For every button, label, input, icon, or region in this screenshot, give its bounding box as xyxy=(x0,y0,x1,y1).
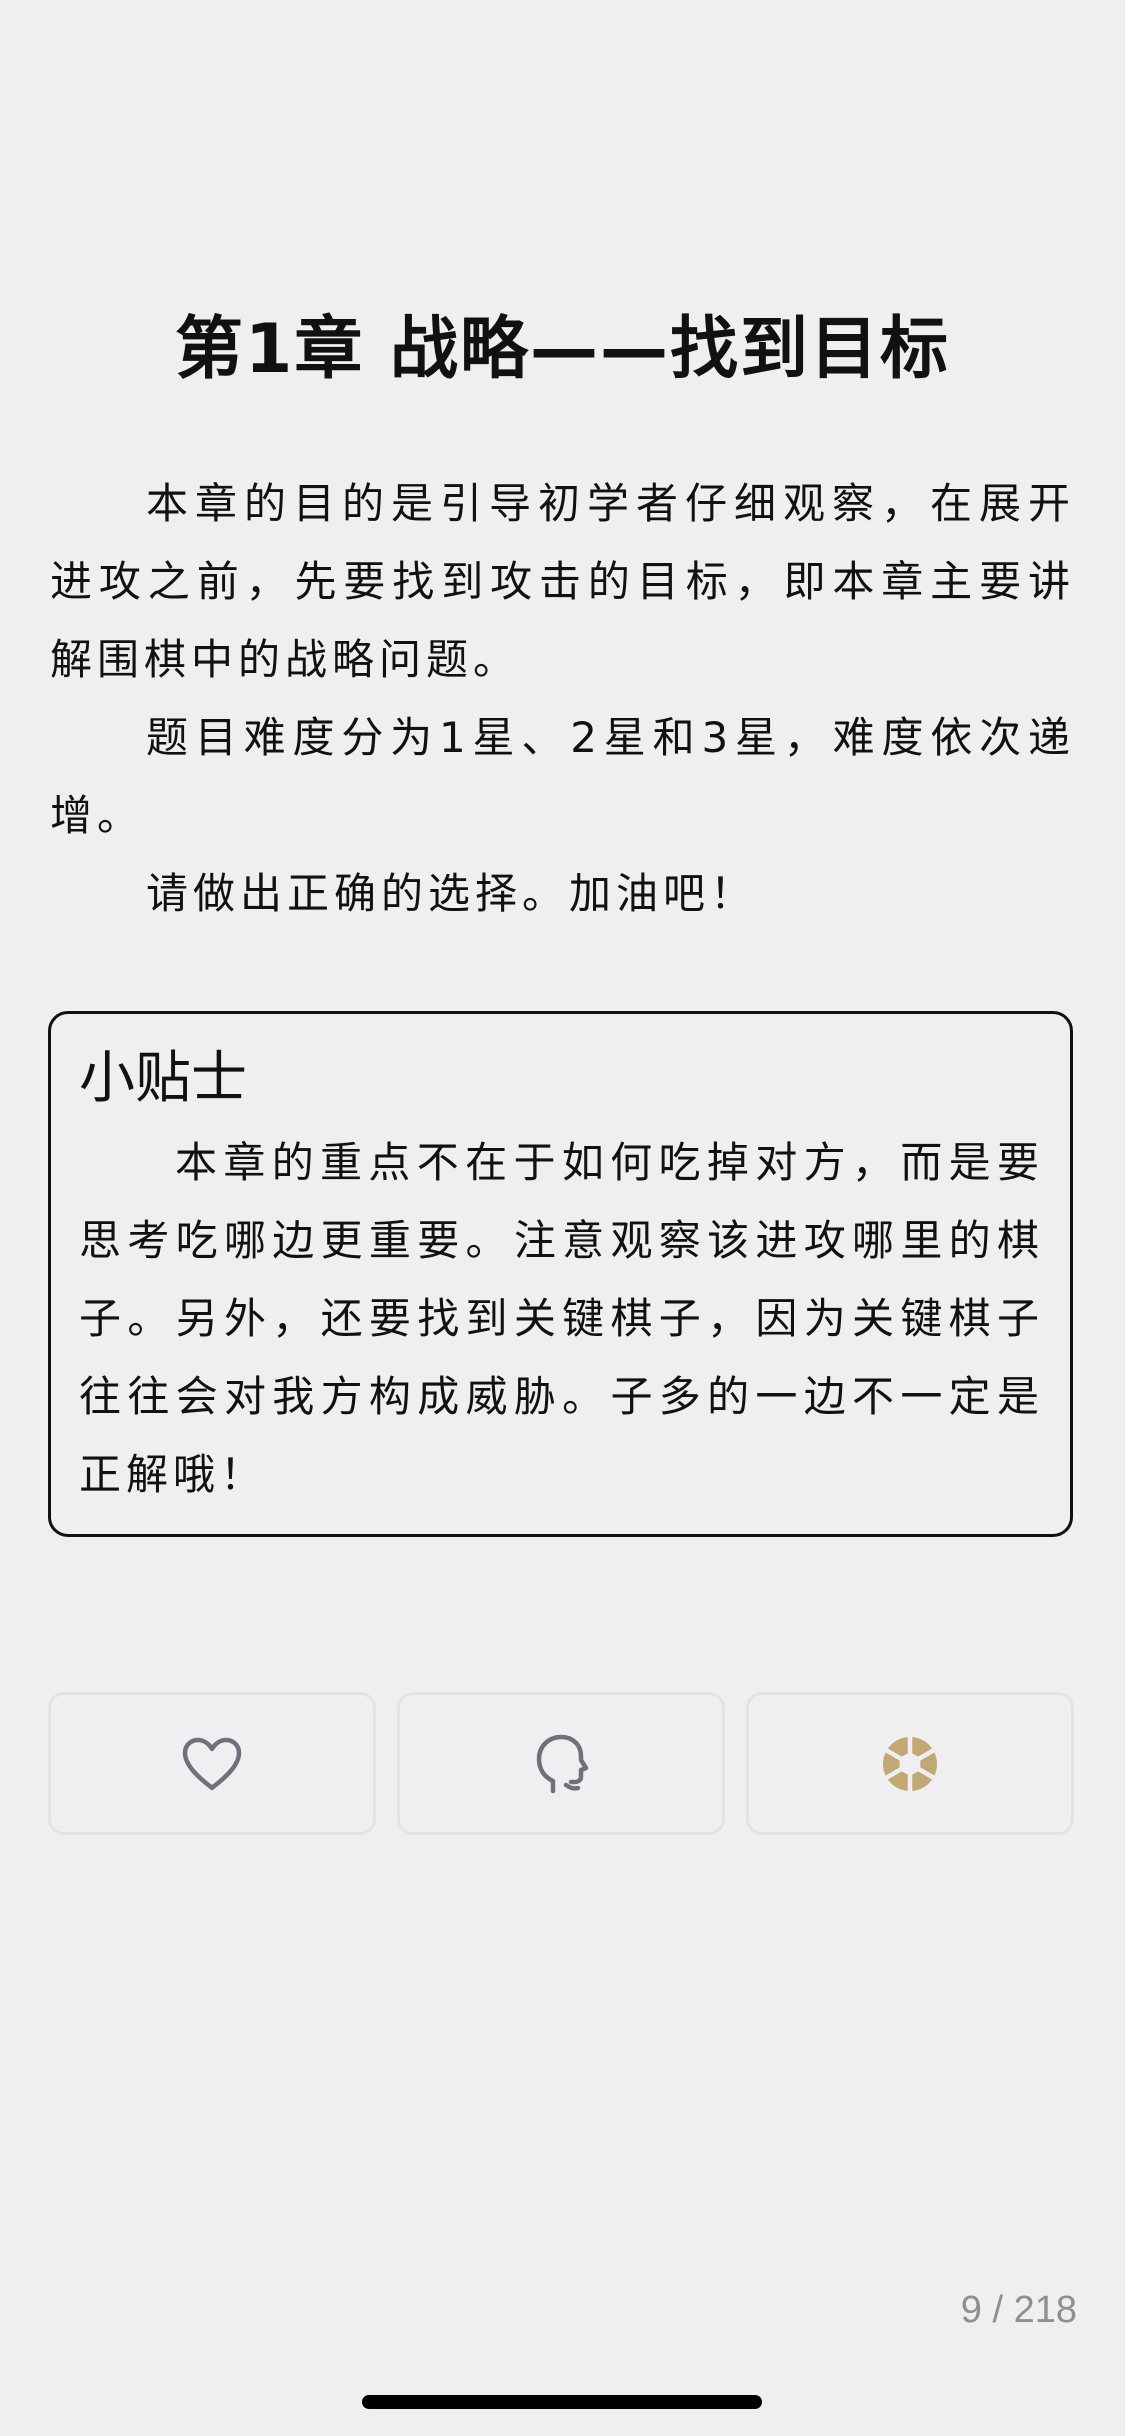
camera-button[interactable] xyxy=(746,1692,1074,1835)
aperture-icon xyxy=(883,1735,937,1792)
intro-text: 本章的目的是引导初学者仔细观察，在展开进攻之前，先要找到攻击的目标，即本章主要讲… xyxy=(50,465,1075,933)
heart-outline-icon xyxy=(182,1737,242,1790)
reader-page: 第1章 战略——找到目标 本章的目的是引导初学者仔细观察，在展开进攻之前，先要找… xyxy=(0,0,1125,2436)
voice-button[interactable] xyxy=(397,1692,725,1835)
intro-paragraph: 本章的目的是引导初学者仔细观察，在展开进攻之前，先要找到攻击的目标，即本章主要讲… xyxy=(50,479,1075,684)
intro-paragraph: 请做出正确的选择。加油吧！ xyxy=(146,869,758,918)
intro-paragraph: 题目难度分为1星、2星和3星，难度依次递增。 xyxy=(50,713,1075,840)
speaking-head-icon xyxy=(536,1734,589,1793)
like-button[interactable] xyxy=(48,1692,376,1835)
tips-box: 小贴士 本章的重点不在于如何吃掉对方，而是要思考吃哪边更重要。注意观察该进攻哪里… xyxy=(48,1011,1073,1537)
tips-body: 本章的重点不在于如何吃掉对方，而是要思考吃哪边更重要。注意观察该进攻哪里的棋子。… xyxy=(79,1138,1044,1499)
home-indicator[interactable] xyxy=(362,2395,762,2409)
tips-title: 小贴士 xyxy=(79,1046,247,1111)
chapter-title: 第1章 战略——找到目标 xyxy=(175,310,950,389)
page-counter: 9 / 218 xyxy=(960,2289,1077,2331)
